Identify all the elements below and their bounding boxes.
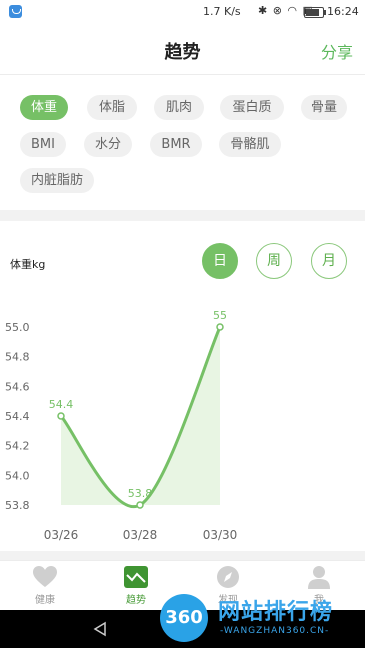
watermark-badge: 360 xyxy=(160,594,208,642)
area-fill xyxy=(61,327,220,507)
x-tick-label: 03/28 xyxy=(123,528,158,542)
y-tick-label: 54.0 xyxy=(5,469,30,482)
trend-chart-card: 体重kg 日 周 月 55.0 54.8 54.6 54.4 54.2 54.0 53.8 5… xyxy=(0,221,365,551)
nav-health-label: 健康 xyxy=(35,595,55,606)
tag-water[interactable]: 水分 xyxy=(84,132,132,157)
y-tick-label: 54.4 xyxy=(5,410,30,423)
share-button[interactable]: 分享 xyxy=(321,39,353,63)
network-speed: 1.7 K/s xyxy=(203,5,241,18)
page-title: 趋势 xyxy=(164,42,201,63)
clock: 16:24 xyxy=(327,5,359,18)
data-label: 53.8 xyxy=(128,487,153,500)
tag-visceral-fat[interactable]: 内脏脂肪 xyxy=(20,168,94,193)
tag-skeletal-muscle[interactable]: 骨骼肌 xyxy=(219,132,281,157)
tag-bone-mass[interactable]: 骨量 xyxy=(301,95,347,120)
data-point xyxy=(57,412,65,420)
nav-trend-label: 趋势 xyxy=(126,595,146,606)
tag-weight[interactable]: 体重 xyxy=(20,95,68,120)
metric-tag-panel: 体重 体脂 肌肉 蛋白质 骨量 BMI 水分 BMR 骨骼肌 内脏脂肪 xyxy=(0,75,365,210)
y-tick-label: 55.0 xyxy=(5,321,30,334)
data-point xyxy=(136,501,144,509)
trend-icon xyxy=(124,566,148,588)
x-tick-label: 03/26 xyxy=(44,528,79,542)
data-label: 55 xyxy=(213,309,227,322)
tag-protein[interactable]: 蛋白质 xyxy=(220,95,284,120)
tag-bmi[interactable]: BMI xyxy=(20,132,66,157)
app-notification-icon xyxy=(9,5,22,18)
watermark: 360 网站排行榜 -WANGZHAN360.CN- xyxy=(160,590,365,648)
nav-health[interactable]: 健康 xyxy=(15,565,75,606)
x-tick-label: 03/30 xyxy=(203,528,238,542)
y-tick-label: 54.2 xyxy=(5,440,30,453)
person-icon xyxy=(308,566,330,589)
tag-muscle[interactable]: 肌肉 xyxy=(154,95,204,120)
y-tick-label: 54.8 xyxy=(5,351,30,364)
y-tick-label: 54.6 xyxy=(5,380,30,393)
watermark-url: -WANGZHAN360.CN- xyxy=(220,626,330,636)
weight-line-chart: 55.0 54.8 54.6 54.4 54.2 54.0 53.8 54.4 53.8 55 03… xyxy=(5,309,238,542)
header: 趋势 分享 xyxy=(0,24,365,75)
tag-bmr[interactable]: BMR xyxy=(150,132,202,157)
back-icon[interactable] xyxy=(92,621,108,637)
tag-body-fat[interactable]: 体脂 xyxy=(87,95,137,120)
compass-icon xyxy=(217,566,239,588)
battery-icon xyxy=(304,7,326,18)
y-tick-label: 53.8 xyxy=(5,499,30,512)
nav-trend[interactable]: 趋势 xyxy=(106,565,166,606)
data-point xyxy=(216,323,224,331)
watermark-text: 网站排行榜 xyxy=(218,600,334,625)
heart-icon xyxy=(33,566,57,587)
status-bar: 1.7 K/s ✱ ⊗ ◠ ▣ 16:24 xyxy=(0,0,365,24)
data-label: 54.4 xyxy=(49,398,74,411)
